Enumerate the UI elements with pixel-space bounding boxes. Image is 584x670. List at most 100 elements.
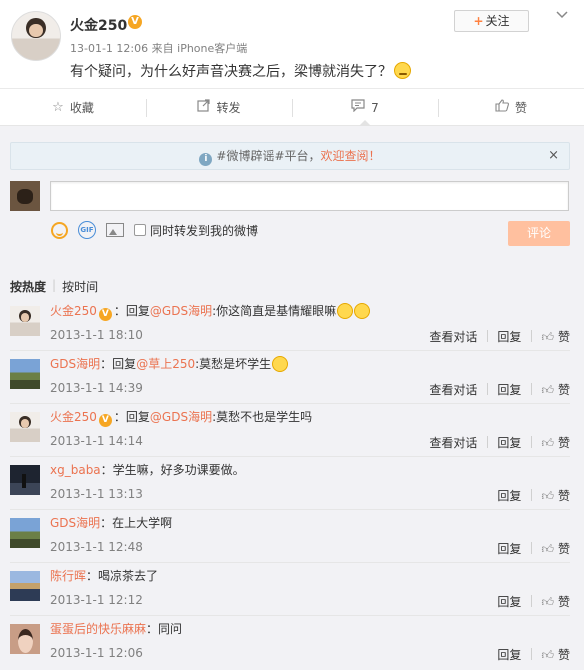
post-card: 火金250 V 13-01-1 12:06 来自 iPhone客户端 有个疑问，… (0, 0, 584, 126)
verified-badge-icon: V (98, 308, 112, 321)
commenter-name[interactable]: 蛋蛋后的快乐麻麻 (50, 622, 146, 636)
post-meta: 13-01-1 12:06 来自 iPhone客户端 (70, 40, 247, 56)
comment-item: GDS海明：回复@草上250:莫愁是坏学生 2013-1-1 14:39 查看对… (10, 351, 570, 404)
reply-link[interactable]: 回复 (487, 328, 531, 345)
reply-prefix: ：回复 (100, 357, 137, 371)
reply-link[interactable]: 回复 (487, 593, 531, 610)
also-forward-label[interactable]: 同时转发到我的微博 (150, 222, 258, 239)
image-upload-icon[interactable] (106, 221, 124, 239)
comment-item: GDS海明：在上大学啊 2013-1-1 12:48 回复 👍︎ 赞 (10, 510, 570, 563)
view-conversation-link[interactable]: 查看对话 (419, 381, 487, 398)
tab-by-time[interactable]: 按时间 (62, 278, 98, 295)
author-name[interactable]: 火金250 (70, 15, 127, 35)
comment-like-label: 赞 (557, 595, 570, 609)
commenter-name[interactable]: 火金250 (50, 410, 97, 424)
comment-actions: 回复 👍︎ 赞 (487, 646, 570, 663)
thumb-up-icon: 👍︎ (541, 330, 554, 344)
comment-time: 2013-1-1 12:06 (50, 646, 143, 660)
comment-input[interactable] (50, 181, 569, 211)
plus-icon: + (473, 14, 484, 28)
reply-prefix: ：回复 (113, 410, 150, 424)
thumb-up-icon (495, 99, 509, 116)
mention-link[interactable]: @草上250 (136, 357, 195, 371)
reply-link[interactable]: 回复 (487, 487, 531, 504)
commenter-avatar[interactable] (10, 624, 40, 654)
favorite-button[interactable]: ☆ 收藏 (0, 89, 146, 126)
comment-item: 火金250 V ：回复@GDS海明:你这简直是基情耀眼嘛 2013-1-1 18:1… (10, 298, 570, 351)
commenter-avatar[interactable] (10, 306, 40, 336)
comment-like-button[interactable]: 👍︎ 赞 (531, 540, 570, 557)
mention-link[interactable]: @GDS海明 (150, 304, 212, 318)
comment-like-button[interactable]: 👍︎ 赞 (531, 593, 570, 610)
comment-button[interactable]: 7 (292, 89, 438, 126)
submit-comment-button[interactable]: 评论 (508, 221, 570, 246)
current-user-avatar[interactable] (10, 181, 40, 211)
star-icon: ☆ (52, 100, 64, 115)
comment-like-label: 赞 (557, 436, 570, 450)
commenter-avatar[interactable] (10, 359, 40, 389)
comment-like-button[interactable]: 👍︎ 赞 (531, 646, 570, 663)
view-conversation-link[interactable]: 查看对话 (419, 434, 487, 451)
sweat-emoji-icon (272, 356, 289, 372)
like-button[interactable]: 赞 (438, 89, 584, 126)
info-icon: i (199, 153, 213, 166)
commenter-name[interactable]: 陈行晖 (50, 569, 86, 583)
commenter-avatar[interactable] (10, 412, 40, 442)
chevron-down-icon[interactable] (552, 8, 572, 24)
commenter-name[interactable]: GDS海明 (50, 516, 100, 530)
reply-link[interactable]: 回复 (487, 381, 531, 398)
comment-like-button[interactable]: 👍︎ 赞 (531, 487, 570, 504)
forward-button[interactable]: 转发 (146, 89, 292, 126)
forward-label: 转发 (216, 101, 241, 115)
also-forward-checkbox[interactable] (134, 224, 146, 236)
commenter-avatar[interactable] (10, 571, 40, 601)
close-icon[interactable]: × (548, 143, 559, 169)
thumb-up-icon: 👍︎ (541, 436, 554, 450)
reply-link[interactable]: 回复 (487, 434, 531, 451)
commenter-avatar[interactable] (10, 518, 40, 548)
comment-like-button[interactable]: 👍︎ 赞 (531, 328, 570, 345)
thumb-up-icon: 👍︎ (541, 595, 554, 609)
comment-like-button[interactable]: 👍︎ 赞 (531, 381, 570, 398)
comment-actions: 查看对话 回复 👍︎ 赞 (419, 434, 570, 451)
comment-time: 2013-1-1 13:13 (50, 487, 143, 501)
mention-link[interactable]: @GDS海明 (150, 410, 212, 424)
comment-like-button[interactable]: 👍︎ 赞 (531, 434, 570, 451)
notice-text[interactable]: #微博辟谣#平台， (216, 149, 320, 163)
comment-time: 2013-1-1 12:12 (50, 593, 143, 607)
commenter-name[interactable]: xg_baba (50, 463, 101, 477)
gif-picker-icon[interactable]: GIF (78, 221, 96, 239)
comment-item: 蛋蛋后的快乐麻麻：同问 2013-1-1 12:06 回复 👍︎ 赞 (10, 616, 570, 669)
thumb-up-icon: 👍︎ (541, 489, 554, 503)
commenter-name[interactable]: GDS海明 (50, 357, 100, 371)
rumor-notice-bar: i #微博辟谣#平台，欢迎查阅！ × (10, 142, 570, 170)
comment-body: 火金250 V ：回复@GDS海明:莫愁不也是学生吗 (50, 408, 312, 427)
author-avatar[interactable] (11, 11, 61, 61)
tab-separator: | (52, 278, 57, 292)
gif-label: GIF (78, 221, 96, 239)
verified-badge-icon: V (128, 15, 142, 29)
notice-link[interactable]: 欢迎查阅！ (321, 149, 381, 163)
thumb-up-icon: 👍︎ (541, 383, 554, 397)
commenter-avatar[interactable] (10, 465, 40, 495)
reply-link[interactable]: 回复 (487, 646, 531, 663)
comment-actions: 查看对话 回复 👍︎ 赞 (419, 381, 570, 398)
follow-button[interactable]: + 关注 (454, 10, 529, 32)
post-timestamp[interactable]: 13-01-1 12:06 (70, 42, 148, 55)
comment-count: 7 (371, 100, 379, 115)
comment-time: 2013-1-1 14:39 (50, 381, 143, 395)
comment-like-label: 赞 (557, 489, 570, 503)
tab-by-hot[interactable]: 按热度 (10, 278, 46, 295)
comment-like-label: 赞 (557, 542, 570, 556)
comment-text: ：在上大学啊 (100, 516, 173, 530)
comment-item: 火金250 V ：回复@GDS海明:莫愁不也是学生吗 2013-1-1 14:14 … (10, 404, 570, 457)
comment-icon (351, 99, 365, 116)
reply-link[interactable]: 回复 (487, 540, 531, 557)
view-conversation-link[interactable]: 查看对话 (419, 328, 487, 345)
commenter-name[interactable]: 火金250 (50, 304, 97, 318)
comment-body: 蛋蛋后的快乐麻麻：同问 (50, 620, 182, 637)
emoji-picker-icon[interactable] (50, 221, 68, 239)
post-text: 有个疑问，为什么好声音决赛之后，梁博就消失了？ (70, 61, 411, 81)
comment-body: GDS海明：回复@草上250:莫愁是坏学生 (50, 355, 289, 372)
thinking-emoji-icon (394, 62, 411, 79)
